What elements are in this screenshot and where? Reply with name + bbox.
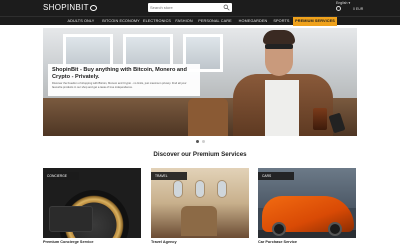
service-card-travel[interactable]: TRAVEL <box>151 168 249 238</box>
service-card-concierge[interactable]: CONCIERGE <box>43 168 141 238</box>
card-badge: CARS <box>258 172 294 180</box>
carousel-dots <box>196 140 205 143</box>
nav-bitcoin-economy[interactable]: BITCOIN ECONOMY <box>100 17 142 26</box>
search-box[interactable] <box>148 3 232 12</box>
card-label[interactable]: Travel Agency <box>151 240 177 244</box>
section-title: Discover our Premium Services <box>153 151 247 158</box>
card-label[interactable]: Premium Concierge Service <box>43 240 93 244</box>
nav-personal-care[interactable]: PERSONAL CARE <box>196 17 234 26</box>
hero-title: ShopinBit - Buy anything with Bitcoin, M… <box>52 67 187 80</box>
logo[interactable]: SHOPINBIT <box>43 3 97 12</box>
service-card-cars[interactable]: CARS <box>258 168 356 238</box>
nav-adults-only[interactable]: ADULTS ONLY <box>64 17 98 26</box>
language-selector[interactable]: English ▾ <box>336 1 350 5</box>
nav-fashion[interactable]: FASHION <box>173 17 195 26</box>
top-bar: SHOPINBIT English ▾ 0 EUR <box>0 0 400 16</box>
card-label[interactable]: Car Purchase Service <box>258 240 297 244</box>
card-badge: CONCIERGE <box>43 172 79 180</box>
user-icon[interactable] <box>336 6 341 11</box>
logo-mark-icon <box>89 5 97 11</box>
search-input[interactable] <box>150 3 218 12</box>
nav-premium-services[interactable]: PREMIUM SERVICES <box>293 17 337 26</box>
carousel-dot-2[interactable] <box>202 140 205 143</box>
logo-text: SHOPINBIT <box>43 3 89 12</box>
carousel-dot-1[interactable] <box>196 140 199 143</box>
hero-text-card: ShopinBit - Buy anything with Bitcoin, M… <box>48 64 200 96</box>
nav-sports[interactable]: SPORTS <box>271 17 292 26</box>
account-area: 0 EUR <box>336 6 363 11</box>
search-icon[interactable] <box>223 4 230 11</box>
cart-total[interactable]: 0 EUR <box>353 7 363 11</box>
nav-homegarden[interactable]: HOMEGARDEN <box>235 17 271 26</box>
main-nav: ADULTS ONLY BITCOIN ECONOMY ELECTRONICS … <box>0 16 400 32</box>
nav-electronics[interactable]: ELECTRONICS ▾ <box>142 17 172 32</box>
hero-description: Discover the freedom of shopping with Bi… <box>52 82 187 89</box>
card-badge: TRAVEL <box>151 172 187 180</box>
